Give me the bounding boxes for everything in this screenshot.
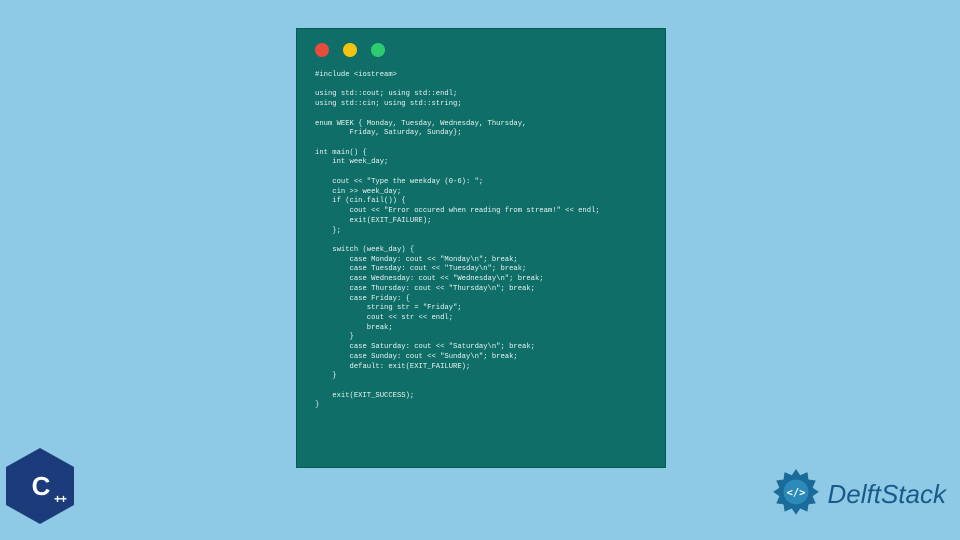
hexagon-icon: C ++ [6, 448, 74, 524]
svg-text:</>: </> [786, 487, 805, 499]
cpp-logo: C ++ [6, 448, 78, 526]
cpp-plus: ++ [54, 492, 66, 506]
brand-logo: </> DelftStack [770, 468, 947, 520]
gear-icon: </> [770, 468, 822, 520]
maximize-icon [371, 43, 385, 57]
brand-name: DelftStack [828, 479, 947, 510]
cpp-letter: C [32, 471, 49, 502]
minimize-icon [343, 43, 357, 57]
code-content: #include <iostream> using std::cout; usi… [297, 65, 665, 423]
close-icon [315, 43, 329, 57]
window-traffic-lights [297, 29, 665, 65]
code-window: #include <iostream> using std::cout; usi… [296, 28, 666, 468]
